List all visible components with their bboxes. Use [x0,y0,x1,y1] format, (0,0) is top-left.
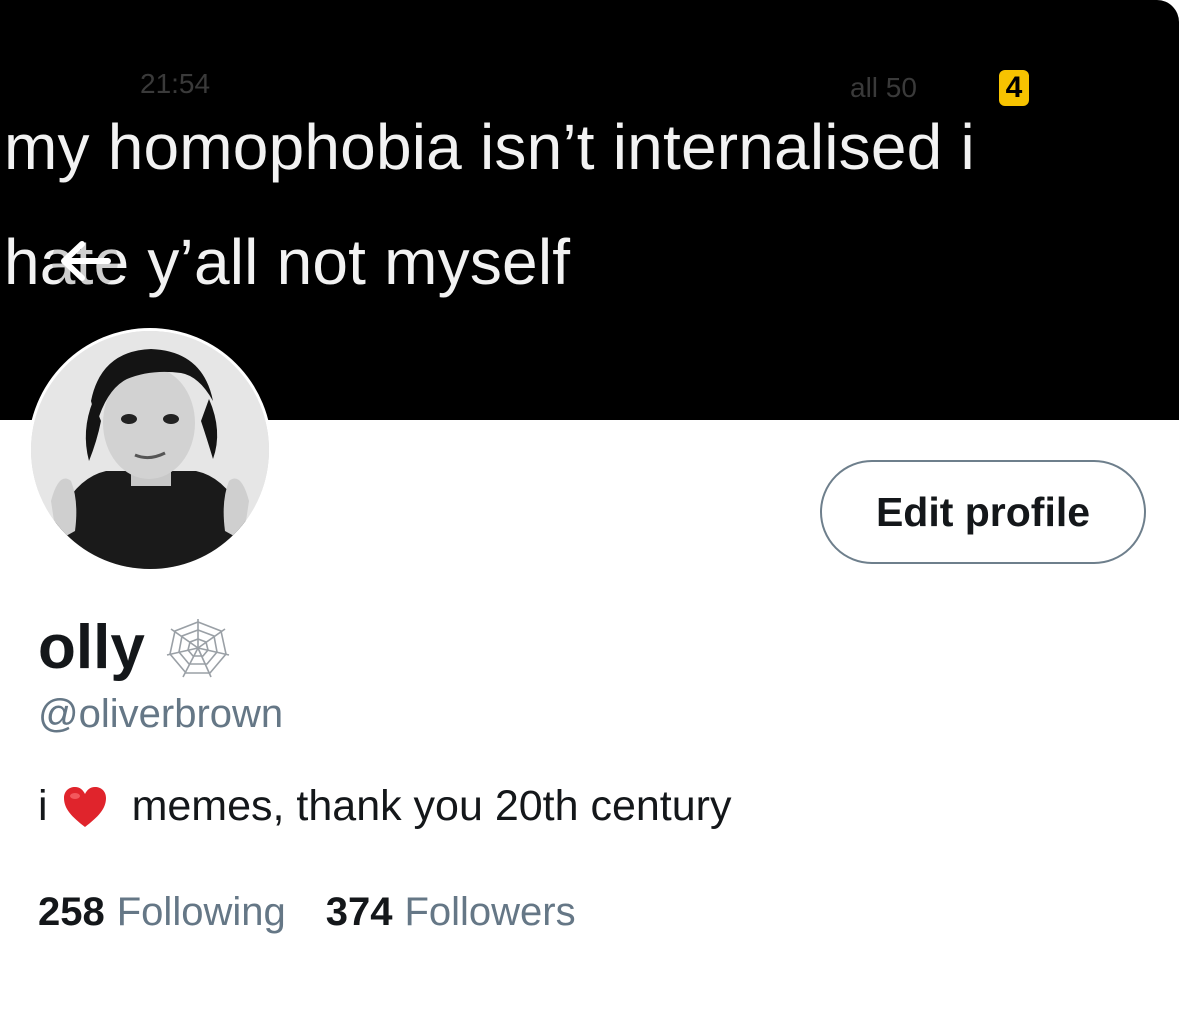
following-stat[interactable]: 258 Following [38,890,286,935]
display-name-row: olly [38,612,231,683]
banner-text-line-1: my homophobia isn’t internalised i [4,111,975,183]
bio-text: memes, thank you 20th century [131,782,732,830]
bio: i memes, thank you 20th century [38,782,731,831]
heart-icon [63,786,106,827]
follow-stats: 258 Following 374 Followers [38,890,576,935]
followers-label: Followers [404,890,576,934]
back-button[interactable] [52,230,118,292]
followers-stat[interactable]: 374 Followers [326,890,576,935]
bio-prefix: i [38,782,48,830]
following-label: Following [116,890,286,934]
avatar-image [31,331,269,569]
followers-count: 374 [325,890,393,934]
banner-ghost-status: all 50 [850,72,917,103]
spider-web-icon [166,618,229,677]
banner-ghost-time: 21:54 [140,68,211,99]
battery-badge: 4 [999,70,1029,106]
following-count: 258 [38,890,105,934]
avatar[interactable] [28,328,272,572]
arrow-left-icon [61,241,111,281]
edit-profile-button[interactable]: Edit profile [820,460,1146,564]
display-name: olly [38,613,145,682]
username-handle: @oliverbrown [38,692,284,736]
